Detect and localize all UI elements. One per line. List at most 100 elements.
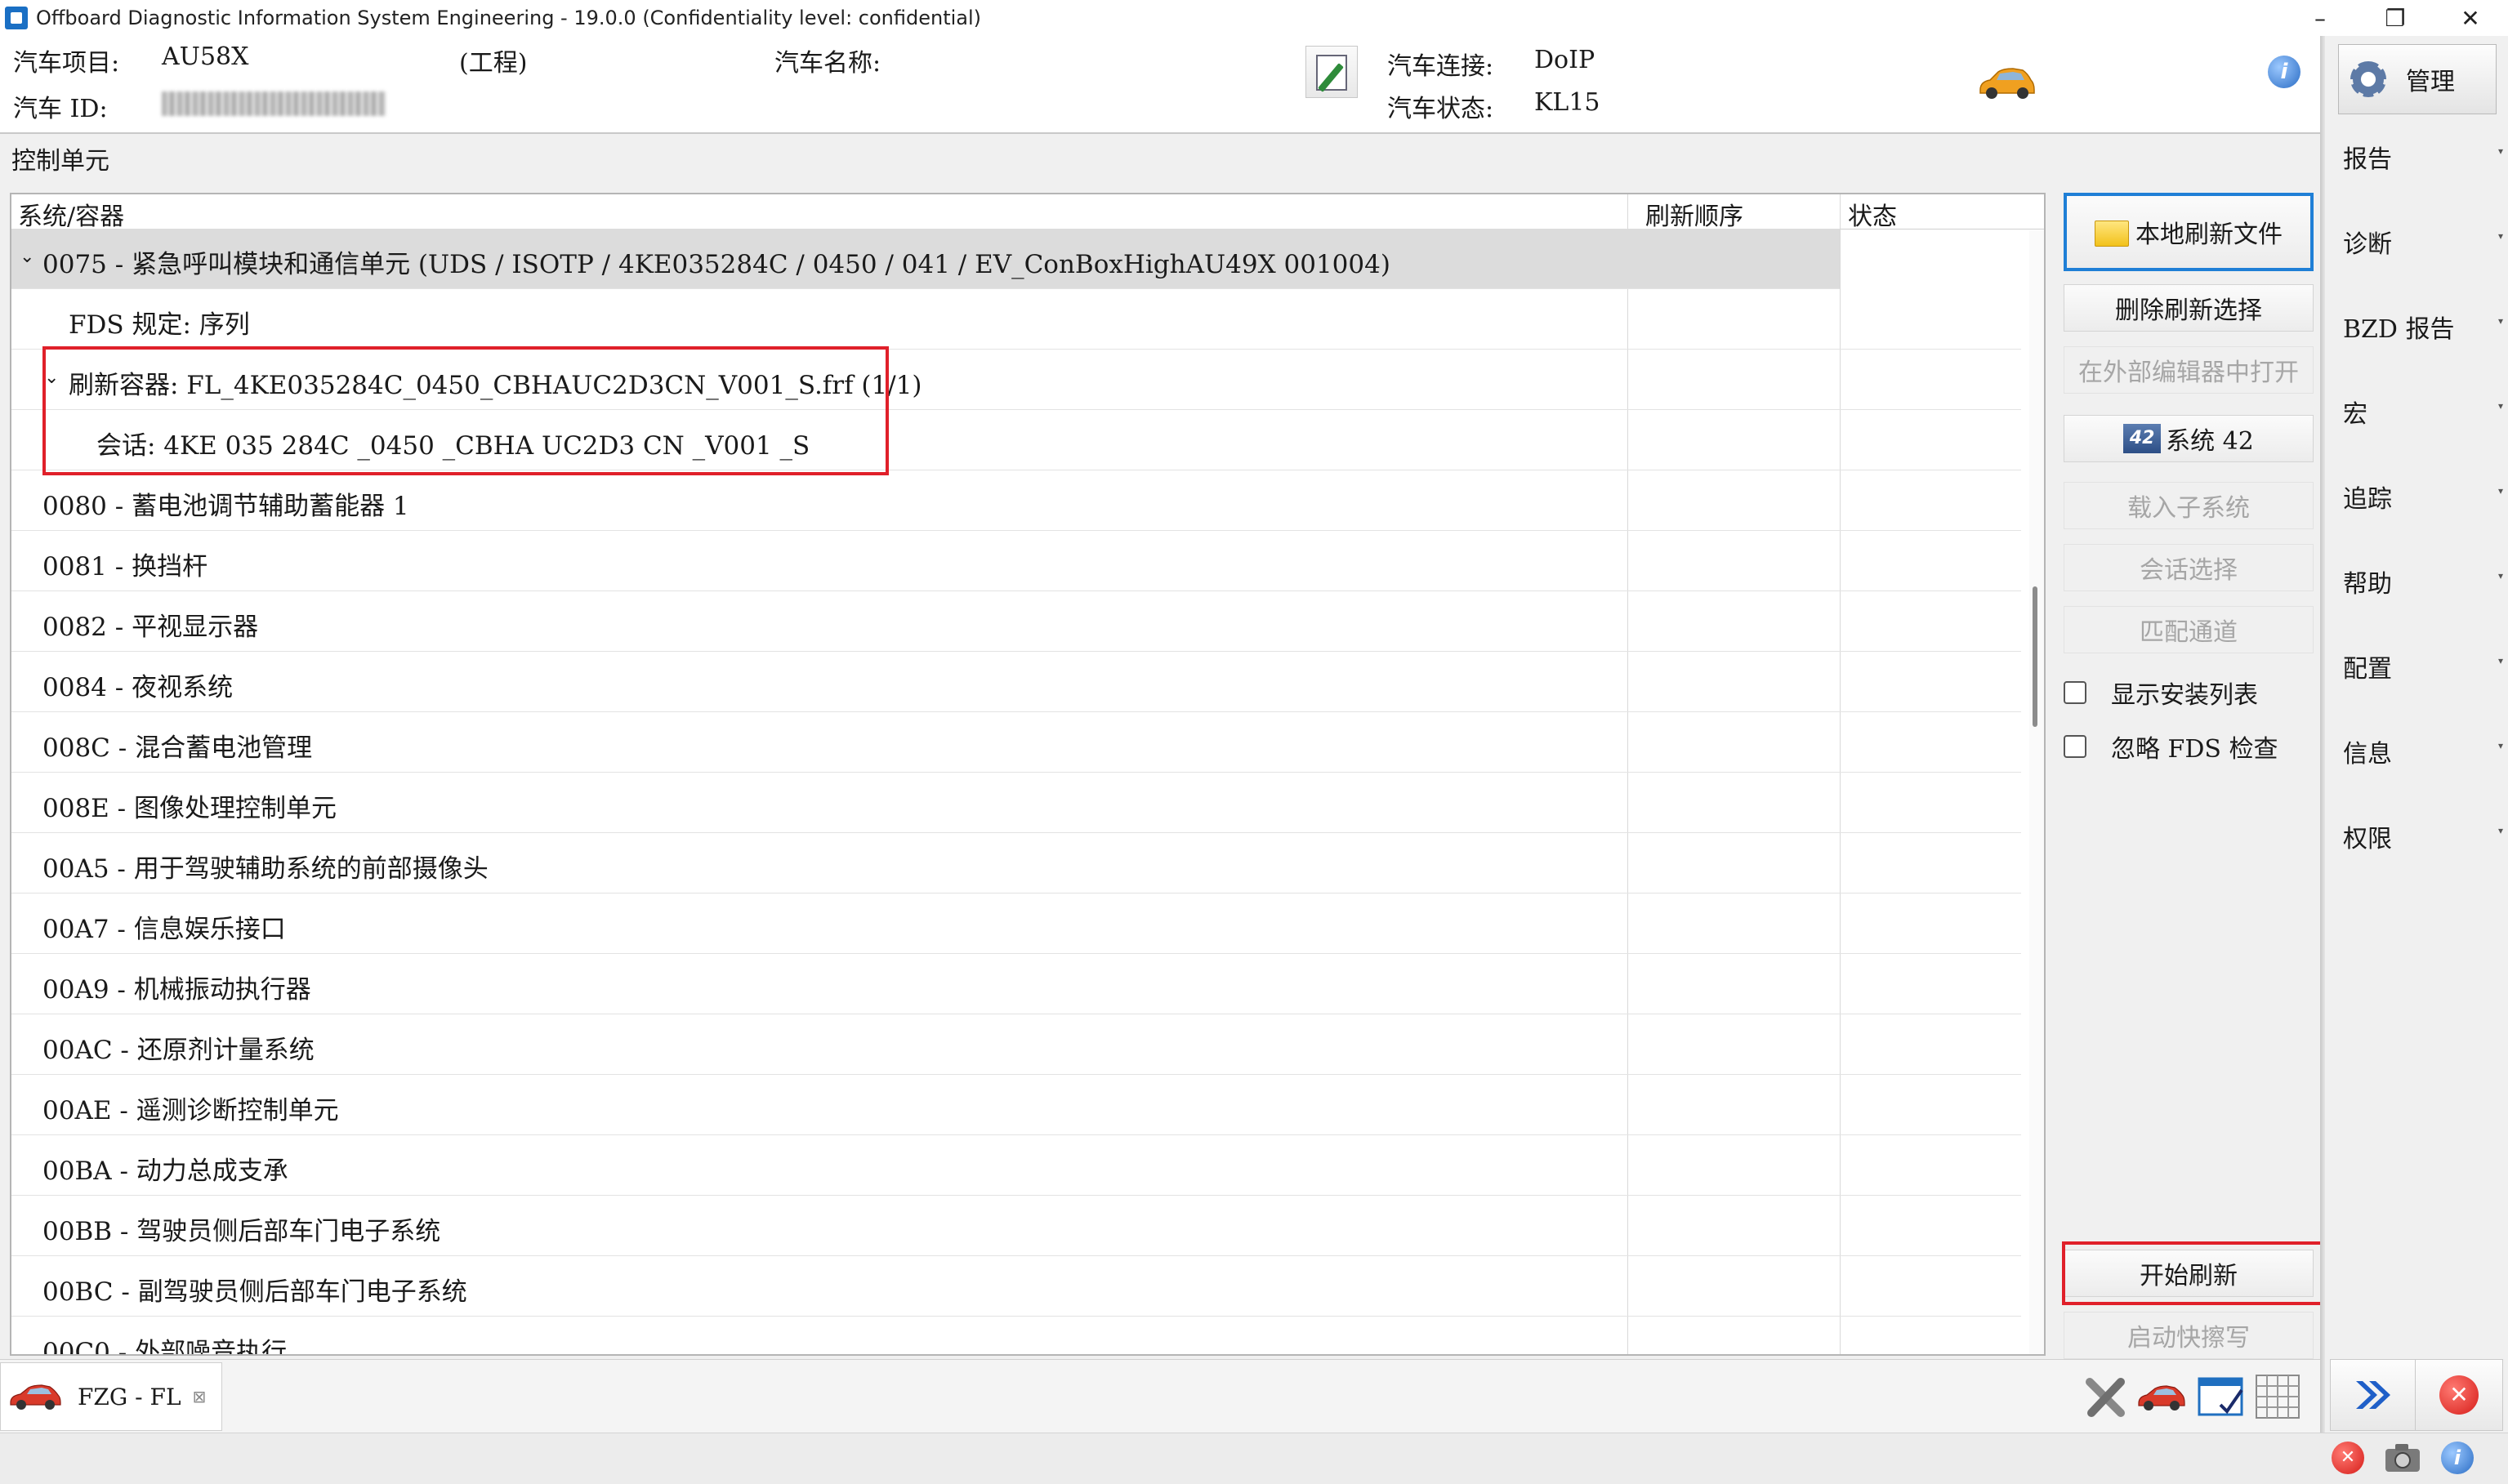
info-icon[interactable]: i (2268, 56, 2300, 88)
close-button[interactable]: ✕ (2433, 0, 2508, 36)
side-menu-label: 诊断 (2343, 230, 2392, 259)
table-row[interactable]: 0082 - 平视显示器 (11, 591, 2021, 652)
column-header-system[interactable]: 系统/容器 (18, 196, 124, 232)
vehicle-car-icon[interactable] (2137, 1372, 2186, 1421)
title-bar: Offboard Diagnostic Information System E… (0, 0, 2508, 36)
caret-down-icon: ▾ (2497, 825, 2503, 836)
minimize-button[interactable]: – (2283, 0, 2358, 36)
local-flash-file-label: 本地刷新文件 (2135, 221, 2283, 249)
annotation-highlight-box (2062, 1241, 2325, 1305)
side-menu-item[interactable]: 诊断 ▾ (2343, 224, 2503, 260)
gear-icon (2350, 61, 2386, 97)
maximize-button[interactable]: ❐ (2358, 0, 2433, 36)
info-icon[interactable]: i (2441, 1442, 2474, 1474)
side-menu-label: 追踪 (2343, 485, 2392, 514)
table-row[interactable]: FDS 规定: 序列 (11, 289, 2021, 350)
chevron-down-icon[interactable]: ⌄ (20, 247, 34, 267)
table-row[interactable]: 0084 - 夜视系统 (11, 652, 2021, 712)
ignore-fds-check-checkbox[interactable]: 忽略 FDS 检查 (2064, 729, 2278, 764)
state-value: KL15 (1534, 88, 1600, 117)
caret-down-icon: ▾ (2497, 230, 2503, 242)
side-menu-label: 配置 (2343, 655, 2392, 684)
side-menu-item[interactable]: 追踪 ▾ (2343, 479, 2503, 515)
table-row[interactable]: 00A5 - 用于驾驶辅助系统的前部摄像头 (11, 833, 2021, 894)
session-select-button[interactable]: 会话选择 (2064, 544, 2314, 591)
row-label: 00A9 - 机械振动执行器 (42, 975, 311, 1005)
app-icon (5, 7, 28, 29)
delete-flash-selection-button[interactable]: 删除刷新选择 (2064, 284, 2314, 332)
caret-down-icon: ▾ (2497, 145, 2503, 157)
side-menu-item[interactable]: 权限 ▾ (2343, 818, 2503, 854)
load-subsystem-button[interactable]: 载入子系统 (2064, 482, 2314, 529)
row-label: 00BC - 副驾驶员侧后部车门电子系统 (42, 1277, 467, 1307)
close-circle-icon: ✕ (2439, 1375, 2479, 1415)
side-menu-label: 宏 (2343, 400, 2367, 429)
table-row[interactable]: 00BB - 驾驶员侧后部车门电子系统 (11, 1196, 2021, 1256)
column-header-order[interactable]: 刷新顺序 (1645, 196, 1743, 232)
table-row[interactable]: 00AE - 遥测诊断控制单元 (11, 1075, 2021, 1135)
edit-notes-icon[interactable] (1305, 46, 1358, 98)
side-menu-label: 帮助 (2343, 570, 2392, 599)
side-menu-item[interactable]: BZD 报告 ▾ (2343, 309, 2503, 345)
cross-tools-icon[interactable] (2082, 1372, 2131, 1421)
side-menu-item[interactable]: 帮助 ▾ (2343, 564, 2503, 599)
control-unit-table: 系统/容器 刷新顺序 状态 ⌄ 0075 - 紧急呼叫模块和通信单元 (UDS /… (10, 193, 2046, 1356)
row-label: 0084 - 夜视系统 (42, 673, 234, 702)
side-menu-item[interactable]: 宏 ▾ (2343, 394, 2503, 430)
side-menu-label: 信息 (2343, 740, 2392, 769)
row-label: 008E - 图像处理控制单元 (42, 794, 337, 823)
grid-table-icon[interactable] (2253, 1372, 2302, 1421)
caret-down-icon: ▾ (2497, 655, 2503, 666)
open-external-editor-button[interactable]: 在外部编辑器中打开 (2064, 346, 2314, 394)
manage-button[interactable]: 管理 (2338, 44, 2497, 114)
table-row[interactable]: 00A7 - 信息娱乐接口 (11, 894, 2021, 954)
caret-down-icon: ▾ (2497, 740, 2503, 751)
table-row[interactable]: 008C - 混合蓄电池管理 (11, 712, 2021, 773)
side-menu-item[interactable]: 配置 ▾ (2343, 648, 2503, 684)
vertical-scrollbar[interactable] (2029, 230, 2044, 1354)
checkbox-box[interactable] (2064, 681, 2086, 704)
forward-button[interactable] (2330, 1359, 2418, 1431)
table-row[interactable]: ⌄ 0075 - 紧急呼叫模块和通信单元 (UDS / ISOTP / 4KE03… (11, 229, 1840, 289)
row-label: 00BA - 动力总成支承 (42, 1156, 288, 1186)
error-icon[interactable]: ✕ (2332, 1442, 2364, 1474)
project-mode: (工程) (459, 49, 528, 78)
table-row[interactable]: 00A9 - 机械振动执行器 (11, 954, 2021, 1014)
table-header: 系统/容器 刷新顺序 状态 (11, 194, 2044, 232)
table-row[interactable]: 008E - 图像处理控制单元 (11, 773, 2021, 833)
table-row[interactable]: 00BC - 副驾驶员侧后部车门电子系统 (11, 1256, 2021, 1317)
tab-fzg-fl[interactable]: FZG - FL ⊠ (0, 1362, 222, 1431)
local-flash-file-button[interactable]: 本地刷新文件 (2064, 193, 2314, 271)
row-label: FDS 规定: 序列 (69, 310, 250, 340)
caret-down-icon: ▾ (2497, 400, 2503, 412)
exit-button[interactable]: ✕ (2415, 1359, 2503, 1431)
match-channel-button[interactable]: 匹配通道 (2064, 606, 2314, 653)
scrollbar-thumb[interactable] (2033, 586, 2037, 727)
table-row[interactable]: 00BA - 动力总成支承 (11, 1135, 2021, 1196)
column-header-status[interactable]: 状态 (1848, 196, 1897, 232)
tab-label: FZG - FL (78, 1383, 181, 1410)
table-row[interactable]: 0080 - 蓄电池调节辅助蓄能器 1 (11, 470, 2021, 531)
car-icon (10, 1384, 61, 1410)
side-menu-item[interactable]: 报告 ▾ (2343, 139, 2503, 175)
row-label: 00AE - 遥测诊断控制单元 (42, 1096, 339, 1125)
double-chevron-right-icon (2356, 1381, 2390, 1409)
system-count-label: 系统 42 (2166, 427, 2254, 456)
side-menu-item[interactable]: 信息 ▾ (2343, 733, 2503, 769)
row-label: 008C - 混合蓄电池管理 (42, 733, 313, 763)
start-quick-erase-button[interactable]: 启动快擦写 (2064, 1312, 2314, 1359)
folder-icon (2095, 221, 2129, 247)
project-value: AU58X (162, 42, 249, 71)
table-row[interactable]: 00C0 - 外部噪音执行 (11, 1317, 2021, 1354)
camera-icon[interactable] (2384, 1442, 2421, 1474)
checkbox-box[interactable] (2064, 735, 2086, 758)
system-count-button[interactable]: 42 系统 42 (2064, 415, 2314, 462)
table-row[interactable]: 0081 - 换挡杆 (11, 531, 2021, 591)
project-label: 汽车项目: (13, 49, 120, 78)
checklist-window-icon[interactable] (2196, 1372, 2245, 1421)
section-title: 控制单元 (11, 147, 109, 176)
tab-close-icon[interactable]: ⊠ (193, 1387, 207, 1406)
show-install-list-checkbox[interactable]: 显示安装列表 (2064, 675, 2258, 711)
table-row[interactable]: 00AC - 还原剂计量系统 (11, 1014, 2021, 1075)
vehicle-id-value-redacted (162, 91, 386, 116)
